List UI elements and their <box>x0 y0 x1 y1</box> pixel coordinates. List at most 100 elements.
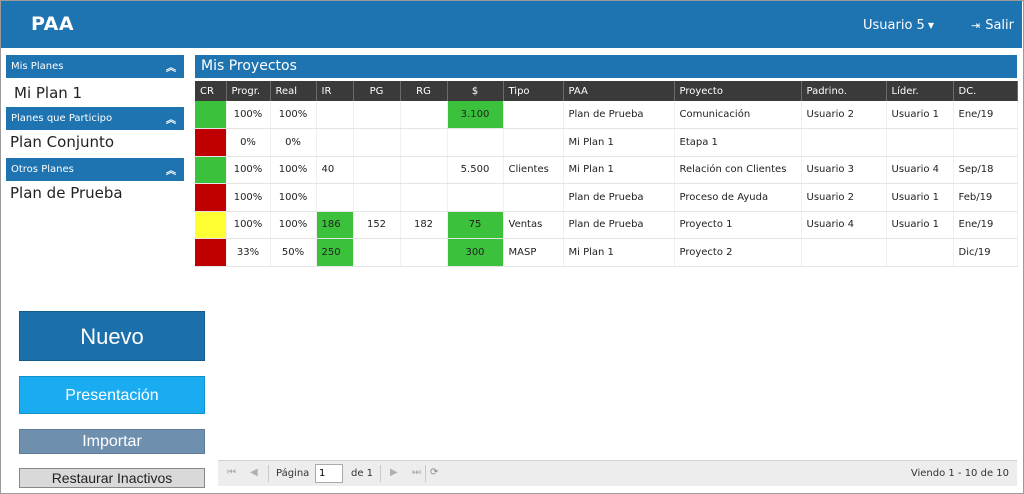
logout-label: Salir <box>985 18 1015 33</box>
column-header-real[interactable]: Real <box>270 81 317 101</box>
column-header-money[interactable]: $ <box>447 81 504 101</box>
projects-table: CR Progr. Real IR PG RG $ Tipo PAA Proye… <box>195 81 1018 267</box>
prev-page-icon[interactable]: ◀ <box>250 467 258 478</box>
nuevo-button[interactable]: Nuevo <box>19 311 205 361</box>
restaurar-inactivos-button[interactable]: Restaurar Inactivos <box>19 468 205 488</box>
table-empty-area <box>218 290 1017 460</box>
table-row[interactable]: 100% 100% 186 152 182 75 Ventas Plan de Prueba P… <box>195 211 1018 239</box>
pager-divider <box>380 465 381 482</box>
last-page-icon[interactable]: ⏭ <box>412 467 421 478</box>
cell-tipo <box>503 128 564 157</box>
sidebar-section-title: Planes que Participo <box>11 113 113 124</box>
column-header-pg[interactable]: PG <box>353 81 401 101</box>
column-header-cr[interactable]: CR <box>195 81 227 101</box>
cell-dc: Sep/18 <box>953 156 1018 184</box>
cell-ir <box>316 101 354 129</box>
cell-tipo: MASP <box>503 238 564 267</box>
brand-logo: PAA <box>31 13 75 35</box>
column-header-ir[interactable]: IR <box>316 81 354 101</box>
cell-pg: 152 <box>353 211 401 239</box>
status-cr-cell <box>195 128 227 157</box>
column-header-tipo[interactable]: Tipo <box>503 81 564 101</box>
cell-rg <box>400 156 448 184</box>
column-header-padrino[interactable]: Padrino. <box>801 81 887 101</box>
cell-tipo <box>503 183 564 212</box>
cell-ir <box>316 128 354 157</box>
status-cr-cell <box>195 156 227 184</box>
table-row[interactable]: 33% 50% 250 300 MASP Mi Plan 1 Proyecto 2 Dic/1… <box>195 238 1018 267</box>
cell-paa: Mi Plan 1 <box>563 128 675 157</box>
status-cr-cell <box>195 101 227 129</box>
sidebar-section-title: Otros Planes <box>11 164 74 175</box>
cell-ir <box>316 183 354 212</box>
caret-down-icon: ▼ <box>927 21 934 30</box>
cell-real: 100% <box>270 101 317 129</box>
logout-button[interactable]: ⇥ Salir <box>971 18 1014 33</box>
cell-dc: Ene/19 <box>953 101 1018 129</box>
status-cr-cell <box>195 183 227 212</box>
pager-divider <box>268 465 269 482</box>
table-row[interactable]: 100% 100% 3.100 Plan de Prueba Comunicación U… <box>195 101 1018 129</box>
first-page-icon[interactable]: ⏮ <box>227 467 236 478</box>
cell-dc: Dic/19 <box>953 238 1018 267</box>
cell-pg <box>353 101 401 129</box>
chevron-up-icon: ︽ <box>166 63 176 74</box>
cell-padrino: Usuario 4 <box>801 211 887 239</box>
cell-paa: Plan de Prueba <box>563 211 675 239</box>
cell-real: 100% <box>270 183 317 212</box>
cell-progr: 33% <box>226 238 271 267</box>
sidebar-section-planes-que-participo[interactable]: Planes que Participo ︽ <box>6 107 184 130</box>
sidebar-item-mi-plan-1[interactable]: Mi Plan 1 <box>14 84 82 102</box>
column-header-lider[interactable]: Líder. <box>886 81 954 101</box>
cell-padrino <box>801 238 887 267</box>
presentacion-button[interactable]: Presentación <box>19 376 205 414</box>
cell-progr: 100% <box>226 156 271 184</box>
column-header-rg[interactable]: RG <box>400 81 448 101</box>
cell-dc: Feb/19 <box>953 183 1018 212</box>
sidebar-item-plan-de-prueba[interactable]: Plan de Prueba <box>10 184 123 202</box>
cell-tipo: Clientes <box>503 156 564 184</box>
sidebar-section-mis-planes[interactable]: Mis Planes ︽ <box>6 55 184 78</box>
cell-proyecto: Proyecto 1 <box>674 211 802 239</box>
table-row[interactable]: 0% 0% Mi Plan 1 Etapa 1 <box>195 128 1018 157</box>
cell-progr: 100% <box>226 211 271 239</box>
importar-button[interactable]: Importar <box>19 429 205 454</box>
pager: ⏮ ◀ Página de 1 ▶ ⏭ ⟳ Viendo 1 - 10 de 1… <box>218 460 1017 486</box>
user-menu[interactable]: Usuario 5 ▼ <box>863 18 934 33</box>
cell-progr: 0% <box>226 128 271 157</box>
cell-dc: Ene/19 <box>953 211 1018 239</box>
cell-ir: 250 <box>316 238 354 267</box>
cell-money: 300 <box>447 238 504 267</box>
page-of-label: de 1 <box>351 468 374 479</box>
column-header-paa[interactable]: PAA <box>563 81 675 101</box>
sidebar-item-plan-conjunto[interactable]: Plan Conjunto <box>10 133 114 151</box>
cell-lider <box>886 128 954 157</box>
cell-rg <box>400 128 448 157</box>
cell-progr: 100% <box>226 183 271 212</box>
top-bar: PAA Usuario 5 ▼ ⇥ Salir <box>1 1 1022 48</box>
cell-padrino: Usuario 2 <box>801 183 887 212</box>
page-input[interactable] <box>315 464 343 483</box>
pager-info: Viendo 1 - 10 de 10 <box>910 468 1009 479</box>
cell-proyecto: Etapa 1 <box>674 128 802 157</box>
cell-lider: Usuario 1 <box>886 211 954 239</box>
cell-ir: 186 <box>316 211 354 239</box>
column-header-dc[interactable]: DC. <box>953 81 1018 101</box>
cell-paa: Plan de Prueba <box>563 183 675 212</box>
cell-real: 100% <box>270 156 317 184</box>
cell-money: 5.500 <box>447 156 504 184</box>
table-row[interactable]: 100% 100% Plan de Prueba Proceso de Ayuda Us… <box>195 183 1018 212</box>
column-header-proyecto[interactable]: Proyecto <box>674 81 802 101</box>
table-row[interactable]: 100% 100% 40 5.500 Clientes Mi Plan 1 Relación… <box>195 156 1018 184</box>
cell-pg <box>353 128 401 157</box>
column-header-progr[interactable]: Progr. <box>226 81 271 101</box>
cell-proyecto: Comunicación <box>674 101 802 129</box>
cell-ir: 40 <box>316 156 354 184</box>
refresh-icon[interactable]: ⟳ <box>430 467 438 478</box>
cell-progr: 100% <box>226 101 271 129</box>
cell-money: 3.100 <box>447 101 504 129</box>
next-page-icon[interactable]: ▶ <box>390 467 398 478</box>
user-name: Usuario 5 <box>863 18 925 33</box>
sidebar-section-otros-planes[interactable]: Otros Planes ︽ <box>6 158 184 181</box>
sidebar-section-title: Mis Planes <box>11 61 64 72</box>
